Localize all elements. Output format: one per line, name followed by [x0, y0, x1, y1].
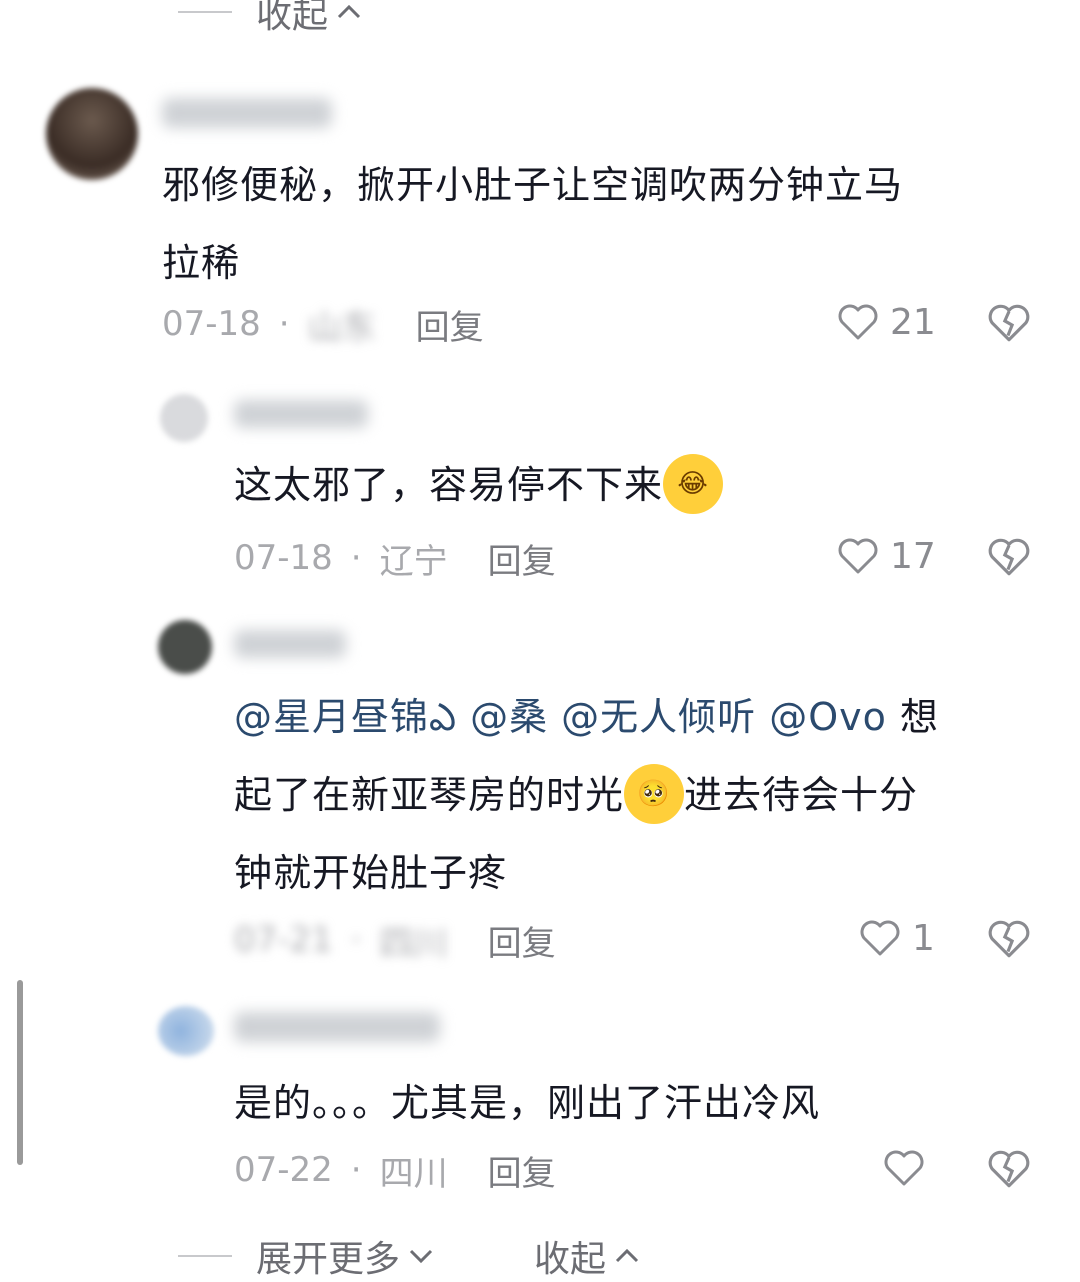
username[interactable] [234, 400, 368, 428]
top-collapse-row[interactable]: 收起 [178, 0, 364, 38]
dislike-heart-icon[interactable] [986, 300, 1032, 346]
divider-line [178, 11, 232, 13]
collapse-row[interactable]: 收起 [534, 1230, 642, 1282]
like-count: 17 [890, 535, 936, 577]
comment-meta: 07-22 · 四川 回复 [234, 1146, 556, 1195]
username[interactable] [162, 98, 332, 128]
comment-location: 辽宁 [379, 541, 448, 582]
mention-list[interactable]: @星月昼锦ఎ @桑 @无人倾听 @Ovo [234, 695, 887, 739]
comment-text: 是的。。。尤其是，刚出了汗出冷风 [234, 1081, 821, 1125]
chevron-up-icon [615, 1248, 639, 1263]
comment-meta: 07-18 · 辽宁 回复 [234, 534, 556, 583]
heart-icon [860, 920, 900, 956]
pleading-face-emoji: 🥺 [624, 763, 685, 824]
like-button[interactable]: 21 [836, 300, 936, 344]
comment-date: 07-18 [162, 304, 261, 344]
dislike-heart-icon[interactable] [986, 534, 1032, 580]
comment-meta: 07-18 · 山东 回复 [162, 300, 484, 349]
avatar[interactable] [158, 620, 212, 674]
reply-button[interactable]: 回复 [488, 916, 556, 965]
comment-text: @星月昼锦ఎ @桑 @无人倾听 @Ovo 想 起了在新亚琴房的时光 🥺 进去待会十分… [234, 695, 940, 895]
chevron-up-icon [337, 4, 361, 19]
collapse-label: 收起 [534, 1239, 607, 1280]
comment-location: 四川 [379, 923, 448, 964]
expand-more-label: 展开更多 [256, 1239, 401, 1280]
like-count: 1 [912, 917, 935, 959]
reply-button[interactable]: 回复 [488, 1146, 556, 1195]
avatar[interactable] [46, 88, 138, 180]
comment-text: 邪修便秘，掀开小肚子让空调吹两分钟立马 拉稀 [162, 163, 904, 285]
comment-meta: 07-21 · 四川 回复 [234, 916, 556, 965]
comment-location: 四川 [379, 1153, 448, 1194]
comment-text: 这太邪了，容易停不下来 😂 [234, 446, 724, 524]
comment-location: 山东 [307, 307, 376, 348]
heart-icon [884, 1150, 924, 1186]
scrollbar[interactable] [17, 980, 23, 1165]
reply-button[interactable]: 回复 [488, 534, 556, 583]
like-button[interactable]: 17 [836, 534, 936, 578]
expand-more-row[interactable]: 展开更多 [178, 1230, 436, 1282]
comment-date: 07-21 [234, 920, 333, 960]
reply-button[interactable]: 回复 [416, 300, 484, 349]
username[interactable] [234, 630, 346, 658]
dislike-heart-icon[interactable] [986, 916, 1032, 962]
comment-date: 07-18 [234, 538, 333, 578]
chevron-down-icon [409, 1249, 433, 1264]
like-button[interactable] [882, 1146, 936, 1190]
comment-date: 07-22 [234, 1150, 333, 1190]
heart-icon [838, 304, 878, 340]
crying-laughing-emoji: 😂 [663, 453, 724, 514]
like-button[interactable]: 1 [858, 916, 935, 960]
like-count: 21 [890, 301, 936, 343]
collapse-label: 收起 [256, 0, 329, 36]
heart-icon [838, 538, 878, 574]
dislike-heart-icon[interactable] [986, 1146, 1032, 1192]
avatar[interactable] [160, 394, 208, 442]
username[interactable] [234, 1012, 440, 1042]
divider-line [178, 1255, 232, 1257]
avatar[interactable] [158, 1006, 214, 1056]
